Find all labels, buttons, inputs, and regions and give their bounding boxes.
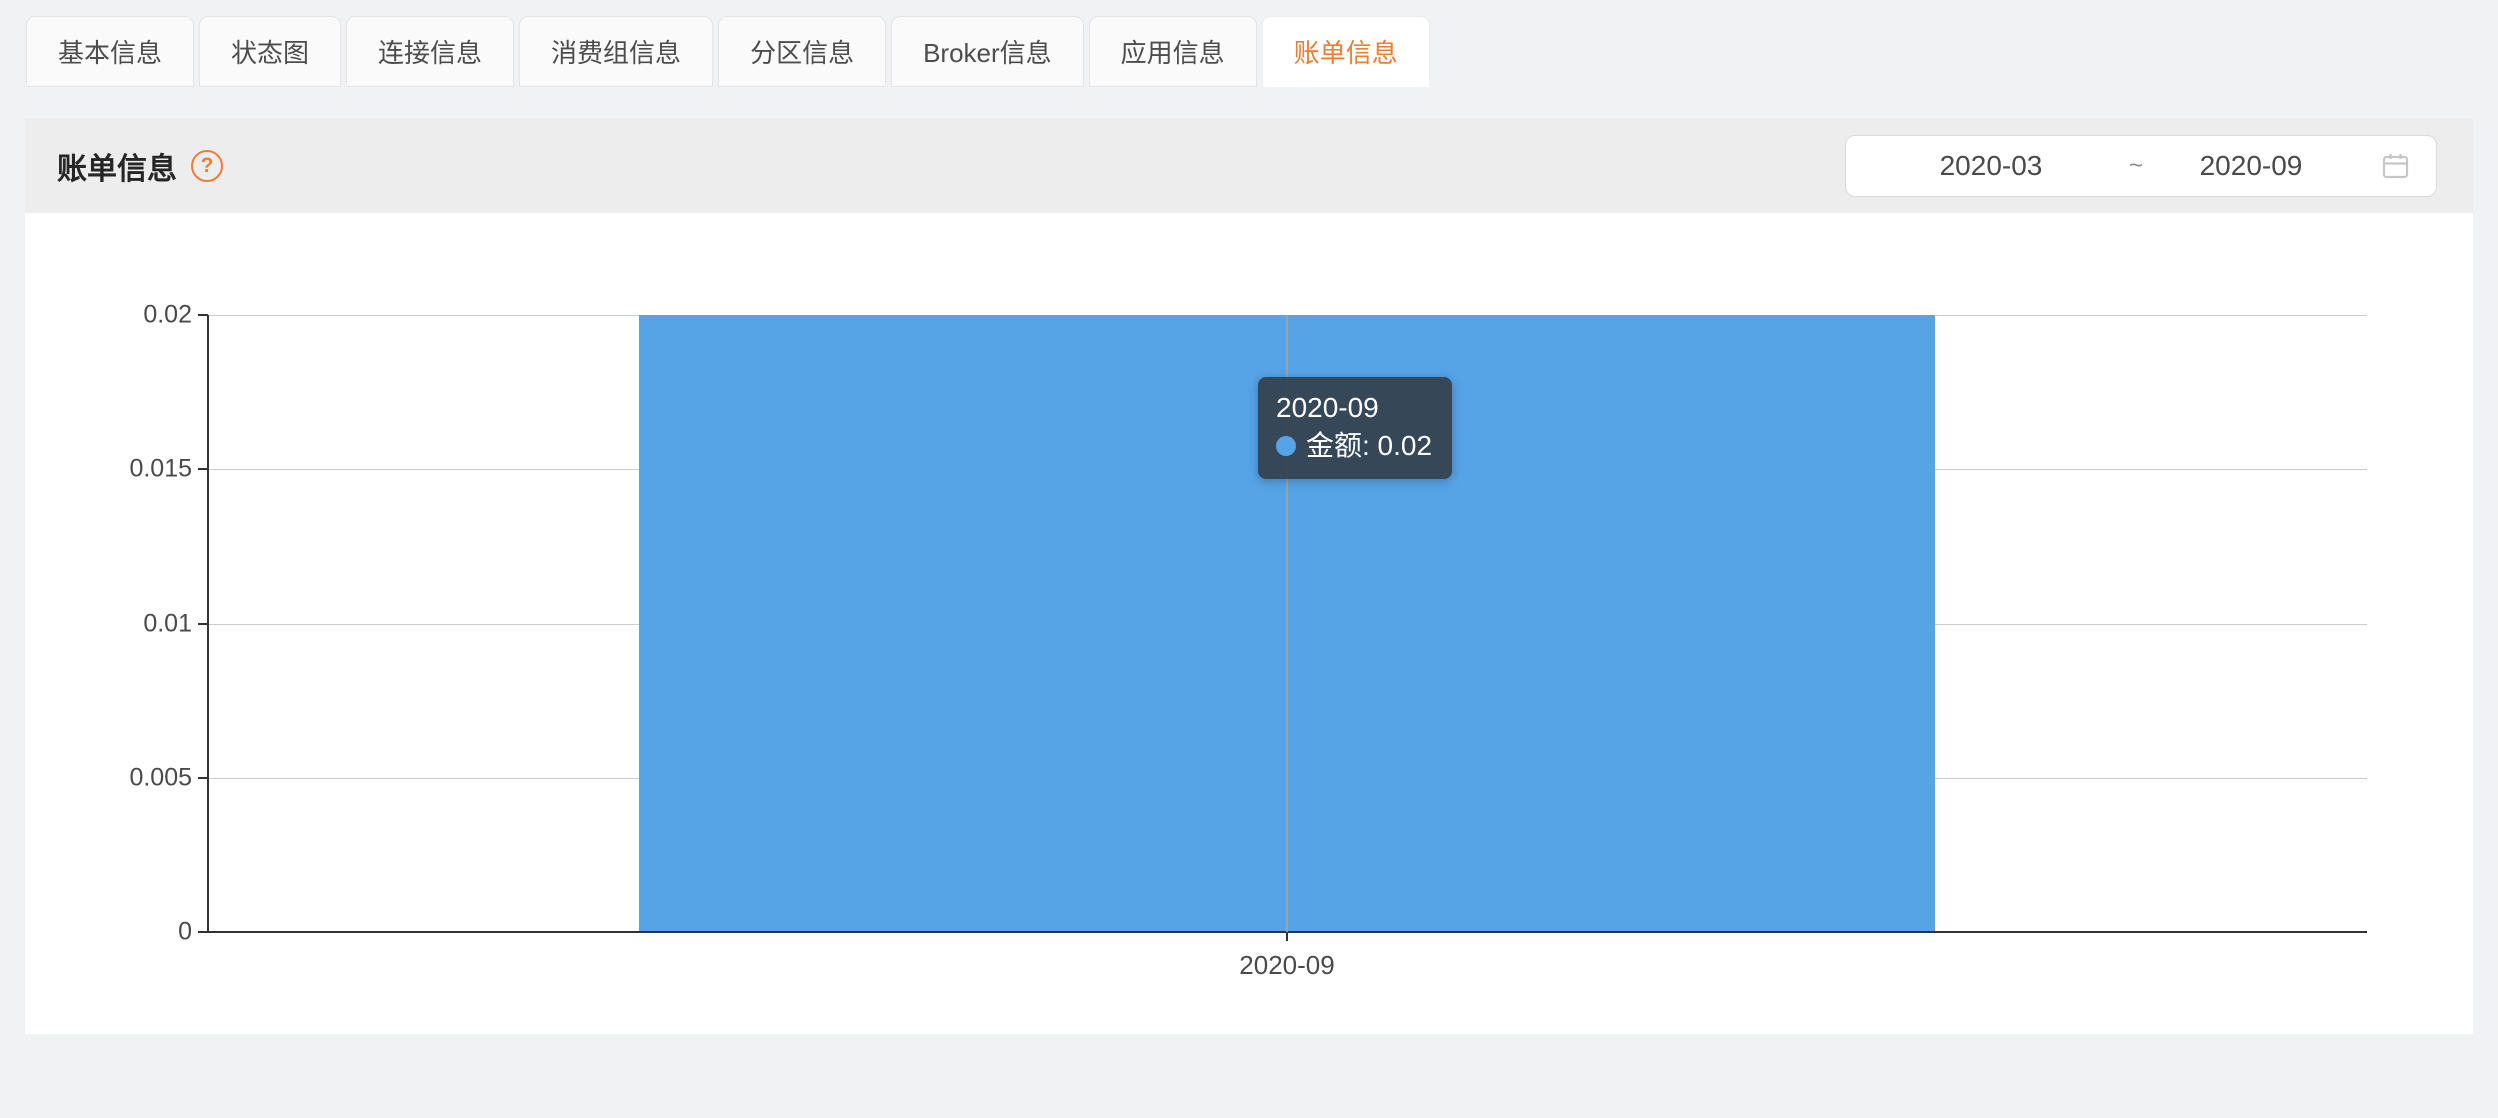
date-start-input[interactable]: 2020-03 xyxy=(1866,150,2116,182)
tooltip-value: 金额: 0.02 xyxy=(1306,427,1432,465)
calendar-icon[interactable] xyxy=(2382,152,2409,179)
billing-section-header: 账单信息 ? 2020-03 ~ 2020-09 xyxy=(25,118,2473,213)
y-axis-tick xyxy=(198,931,208,933)
y-axis-label: 0.005 xyxy=(129,763,192,792)
x-axis-tick xyxy=(1286,932,1288,941)
y-axis-tick xyxy=(198,623,208,625)
tab-broker-info[interactable]: Broker信息 xyxy=(891,16,1084,87)
tooltip-title: 2020-09 xyxy=(1276,389,1432,427)
tab-billing-info[interactable]: 账单信息 xyxy=(1262,16,1430,87)
tab-bar: 基本信息 状态图 连接信息 消费组信息 分区信息 Broker信息 应用信息 账… xyxy=(0,16,2498,87)
date-end-input[interactable]: 2020-09 xyxy=(2156,150,2346,182)
tab-consumer-group-info[interactable]: 消费组信息 xyxy=(519,16,713,87)
chart-tooltip: 2020-09 金额: 0.02 xyxy=(1258,377,1452,479)
billing-chart-card: 0.02 0.015 0.01 0.005 0 2020-09 2020-09 … xyxy=(25,213,2473,1034)
date-range-picker[interactable]: 2020-03 ~ 2020-09 xyxy=(1845,135,2437,197)
date-range-separator: ~ xyxy=(2116,152,2156,180)
tab-partition-info[interactable]: 分区信息 xyxy=(718,16,886,87)
tab-basic-info[interactable]: 基本信息 xyxy=(26,16,194,87)
y-axis-tick xyxy=(198,314,208,316)
tab-app-info[interactable]: 应用信息 xyxy=(1089,16,1257,87)
y-axis-label: 0.015 xyxy=(129,455,192,484)
section-title: 账单信息 xyxy=(57,144,177,188)
y-axis-tick xyxy=(198,777,208,779)
y-axis-label: 0.02 xyxy=(143,301,192,330)
x-axis-label: 2020-09 xyxy=(1239,950,1334,981)
tab-connection-info[interactable]: 连接信息 xyxy=(346,16,514,87)
help-icon[interactable]: ? xyxy=(191,150,223,182)
bar-chart: 0.02 0.015 0.01 0.005 0 2020-09 2020-09 … xyxy=(208,315,2367,932)
y-axis-tick xyxy=(198,468,208,470)
tooltip-series-marker-icon xyxy=(1276,436,1296,456)
tab-status-chart[interactable]: 状态图 xyxy=(199,16,341,87)
y-axis-label: 0.01 xyxy=(143,609,192,638)
y-axis-label: 0 xyxy=(178,918,192,947)
